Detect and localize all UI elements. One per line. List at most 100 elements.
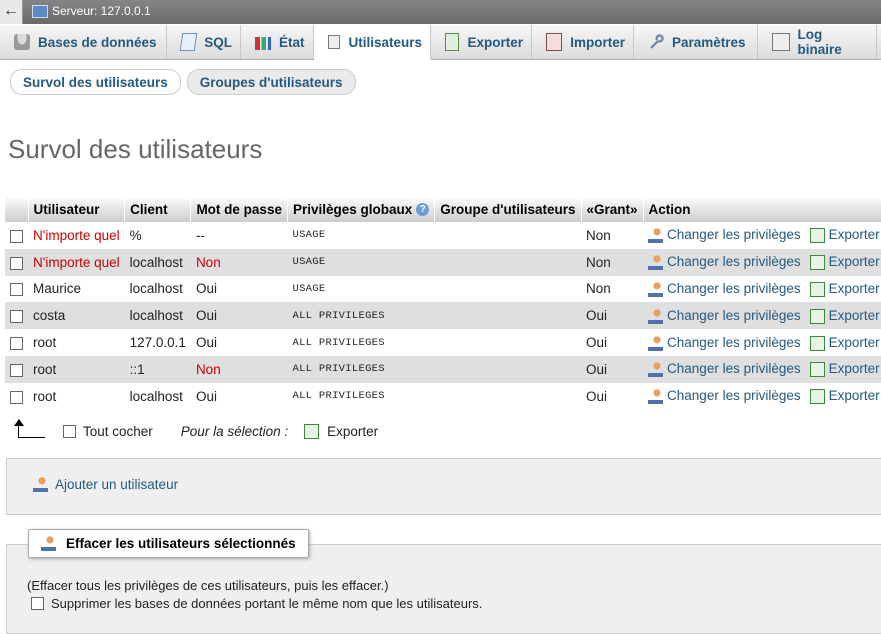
edit-privileges-label: Changer les privilèges [667,334,801,350]
tab-label: Exporter [467,34,523,50]
delete-note: (Effacer tous les privilèges de ces util… [27,578,389,593]
cell-privileges: ALL PRIVILEGES [287,355,435,383]
row-checkbox-cell[interactable] [5,248,28,276]
cell-password: Non [190,355,288,383]
row-checkbox-cell[interactable] [5,329,28,356]
table-row[interactable]: root 127.0.0.1 Oui ALL PRIVILEGES Oui Changer… [5,329,881,356]
row-checkbox[interactable] [10,256,23,270]
main-tabs: Bases de données SQL État Utilisateurs E… [0,25,881,60]
row-checkbox[interactable] [10,390,23,404]
tab-binary-log[interactable]: Log binaire [758,25,877,59]
export-user-link[interactable]: Exporter [809,281,880,297]
binary-log-icon [772,33,790,51]
cell-group [434,355,581,383]
table-row[interactable]: root::1 Non ALL PRIVILEGES Oui Changer les p… [5,355,881,383]
export-icon [809,335,825,351]
tab-settings[interactable]: Paramètres [634,25,758,59]
cell-group [434,382,581,410]
export-user-link[interactable]: Exporter [809,361,880,378]
export-user-link[interactable]: Exporter [809,308,880,324]
tab-label: Bases de données [38,34,157,50]
cell-grant: Oui [581,302,644,330]
header-global-privileges[interactable]: Privilèges globaux? [287,196,436,222]
table-row[interactable]: costa localhost Oui ALL PRIVILEGES Oui Change… [5,302,881,330]
table-row[interactable]: root localhost Oui ALL PRIVILEGES Oui Changer… [5,382,881,410]
header-user[interactable]: Utilisateur [28,196,126,222]
cell-host: % [124,222,191,249]
export-user-label: Exporter [828,227,880,243]
cell-actions: Changer les privilèges Exporter [643,248,881,276]
edit-privileges-link[interactable]: Changer les privilèges [648,308,801,324]
row-checkbox-cell[interactable] [5,302,28,330]
row-checkbox-cell[interactable] [5,382,28,410]
cell-actions: Changer les privilèges Exporter [643,382,881,410]
edit-privileges-link[interactable]: Changer les privilèges [648,388,801,405]
cell-user: root [28,329,125,356]
export-selected-label: Exporter [327,424,379,439]
delete-users-legend: Effacer les utilisateurs sélectionnés [28,529,309,558]
header-user-group[interactable]: Groupe d'utilisateurs [434,196,582,222]
server-breadcrumb[interactable]: Serveur: 127.0.0.1 [32,4,151,18]
status-icon [255,37,271,50]
export-user-link[interactable]: Exporter [809,388,880,405]
check-all-checkbox[interactable] [63,425,76,438]
cell-user: N'importe quel [28,222,125,249]
table-row[interactable]: N'importe quel localhost Non USAGE Non Change… [5,248,881,276]
cell-password: Oui [190,275,288,303]
header-host[interactable]: Client [124,196,192,222]
export-user-link[interactable]: Exporter [809,335,880,351]
subtab-user-groups[interactable]: Groupes d'utilisateurs [186,69,356,95]
import-icon [546,33,563,51]
edit-privileges-link[interactable]: Changer les privilèges [648,227,801,244]
export-user-link[interactable]: Exporter [809,254,880,271]
tab-sql[interactable]: SQL [167,25,241,59]
header-grant[interactable]: «Grant» [581,196,644,222]
server-label: Serveur: 127.0.0.1 [52,4,151,18]
cell-grant: Oui [581,355,644,383]
edit-privileges-link[interactable]: Changer les privilèges [648,334,801,351]
cell-host: localhost [124,248,191,276]
header-password[interactable]: Mot de passe [190,196,288,222]
cell-actions: Changer les privilèges Exporter [643,355,881,383]
back-arrow-icon[interactable]: ← [0,0,23,24]
check-all-label[interactable]: Tout cocher [83,424,153,439]
row-checkbox[interactable] [10,363,23,377]
table-row[interactable]: N'importe quel% -- USAGE Non Changer les pri… [5,222,881,249]
cell-host: ::1 [124,355,191,383]
export-user-link[interactable]: Exporter [809,227,880,244]
edit-privileges-link[interactable]: Changer les privilèges [648,361,801,378]
cell-group [434,222,581,249]
edit-privileges-link[interactable]: Changer les privilèges [648,281,801,297]
export-selected-button[interactable]: Exporter [304,424,378,439]
help-icon[interactable]: ? [416,203,430,217]
header-checkbox-col [5,196,29,222]
users-table: Utilisateur Client Mot de passe Privilèg… [5,196,881,410]
export-icon [304,424,320,439]
add-user-link[interactable]: Ajouter un utilisateur [33,477,178,492]
row-checkbox[interactable] [10,229,23,243]
drop-db-checkbox[interactable] [31,597,44,610]
tab-export[interactable]: Exporter [431,25,532,59]
tab-users[interactable]: Utilisateurs [314,25,431,60]
tab-import[interactable]: Importer [532,25,634,59]
row-checkbox[interactable] [10,310,23,324]
edit-privileges-link[interactable]: Changer les privilèges [648,254,801,271]
row-checkbox-cell[interactable] [5,222,28,249]
row-checkbox[interactable] [10,283,23,297]
tab-databases[interactable]: Bases de données [0,25,167,59]
cell-user: costa [28,302,125,330]
edit-privileges-icon [648,308,664,324]
row-checkbox-cell[interactable] [5,355,28,383]
edit-privileges-label: Changer les privilèges [667,227,801,243]
tab-label: Log binaire [797,27,842,57]
tab-status[interactable]: État [241,25,314,59]
edit-privileges-label: Changer les privilèges [667,254,801,270]
drop-db-label[interactable]: Supprimer les bases de données portant l… [51,596,482,611]
cell-grant: Non [581,275,644,303]
subtab-user-overview[interactable]: Survol des utilisateurs [10,69,181,95]
edit-privileges-icon [648,228,664,244]
cell-user: root [28,355,125,383]
row-checkbox[interactable] [10,337,23,351]
row-checkbox-cell[interactable] [5,275,28,303]
table-row[interactable]: Maurice localhost Oui USAGE Non Changer les p… [5,275,881,303]
